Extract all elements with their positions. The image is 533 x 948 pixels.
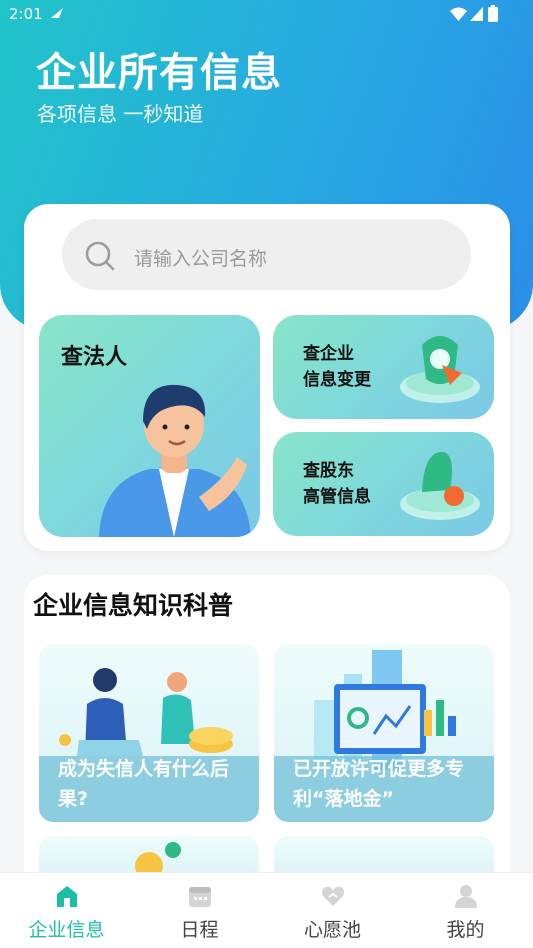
bottom-tab-bar: 企业信息 日程 心愿池 我的 (0, 872, 533, 948)
battery-icon (488, 5, 498, 22)
shield-decoration-icon (400, 336, 480, 403)
article-title: 已开放许可促更多专利“落地金” (293, 758, 465, 810)
tab-label: 企业信息 (28, 919, 105, 941)
wifi-icon (450, 7, 467, 21)
knowledge-section: 企业信息知识科普 成为失信人有什么后果? 已开放许可促更多专利“落地金” (24, 575, 510, 885)
heart-icon (322, 886, 344, 906)
status-bar: 2:01 (0, 0, 533, 30)
tab-company-info[interactable]: 企业信息 (0, 873, 133, 948)
article-title: 成为失信人有什么后果? (58, 758, 230, 810)
article-card[interactable]: 成为失信人有什么后果? (39, 644, 259, 822)
query-card: 请输入公司名称 查法人 查企业 信息变更 查股东 高管信息 (24, 204, 510, 551)
tab-wish-pool[interactable]: 心愿池 (266, 873, 399, 948)
tile-legal-person-label: 查法人 (61, 345, 128, 370)
search-placeholder: 请输入公司名称 (134, 248, 268, 270)
status-time: 2:01 (9, 5, 43, 23)
search-icon (85, 241, 115, 271)
tile-shareholder-line2: 高管信息 (303, 487, 371, 507)
article-card[interactable]: 已开放许可促更多专利“落地金” (274, 644, 494, 822)
tab-label: 我的 (446, 919, 485, 941)
notification-icon (51, 8, 63, 18)
tab-schedule[interactable]: 日程 (133, 873, 266, 948)
home-icon (57, 886, 77, 907)
tile-legal-person[interactable]: 查法人 (39, 315, 260, 537)
tile-shareholder-line1: 查股东 (303, 461, 354, 481)
calendar-icon (189, 887, 211, 907)
page-title: 企业所有信息 (36, 50, 282, 96)
tab-mine[interactable]: 我的 (399, 873, 532, 948)
person-illustration (99, 384, 251, 537)
knowledge-title: 企业信息知识科普 (33, 591, 234, 620)
tile-company-change-line1: 查企业 (303, 344, 354, 364)
tile-company-change[interactable]: 查企业 信息变更 (273, 315, 494, 419)
tile-company-change-line2: 信息变更 (303, 370, 371, 390)
user-icon (455, 885, 477, 908)
person-decoration-icon (400, 451, 480, 520)
tab-label: 日程 (180, 919, 219, 941)
tab-label: 心愿池 (303, 919, 361, 941)
page-subtitle: 各项信息 一秒知道 (37, 102, 204, 126)
signal-icon (470, 7, 483, 21)
tile-shareholder[interactable]: 查股东 高管信息 (273, 432, 494, 536)
search-input[interactable]: 请输入公司名称 (62, 219, 471, 290)
